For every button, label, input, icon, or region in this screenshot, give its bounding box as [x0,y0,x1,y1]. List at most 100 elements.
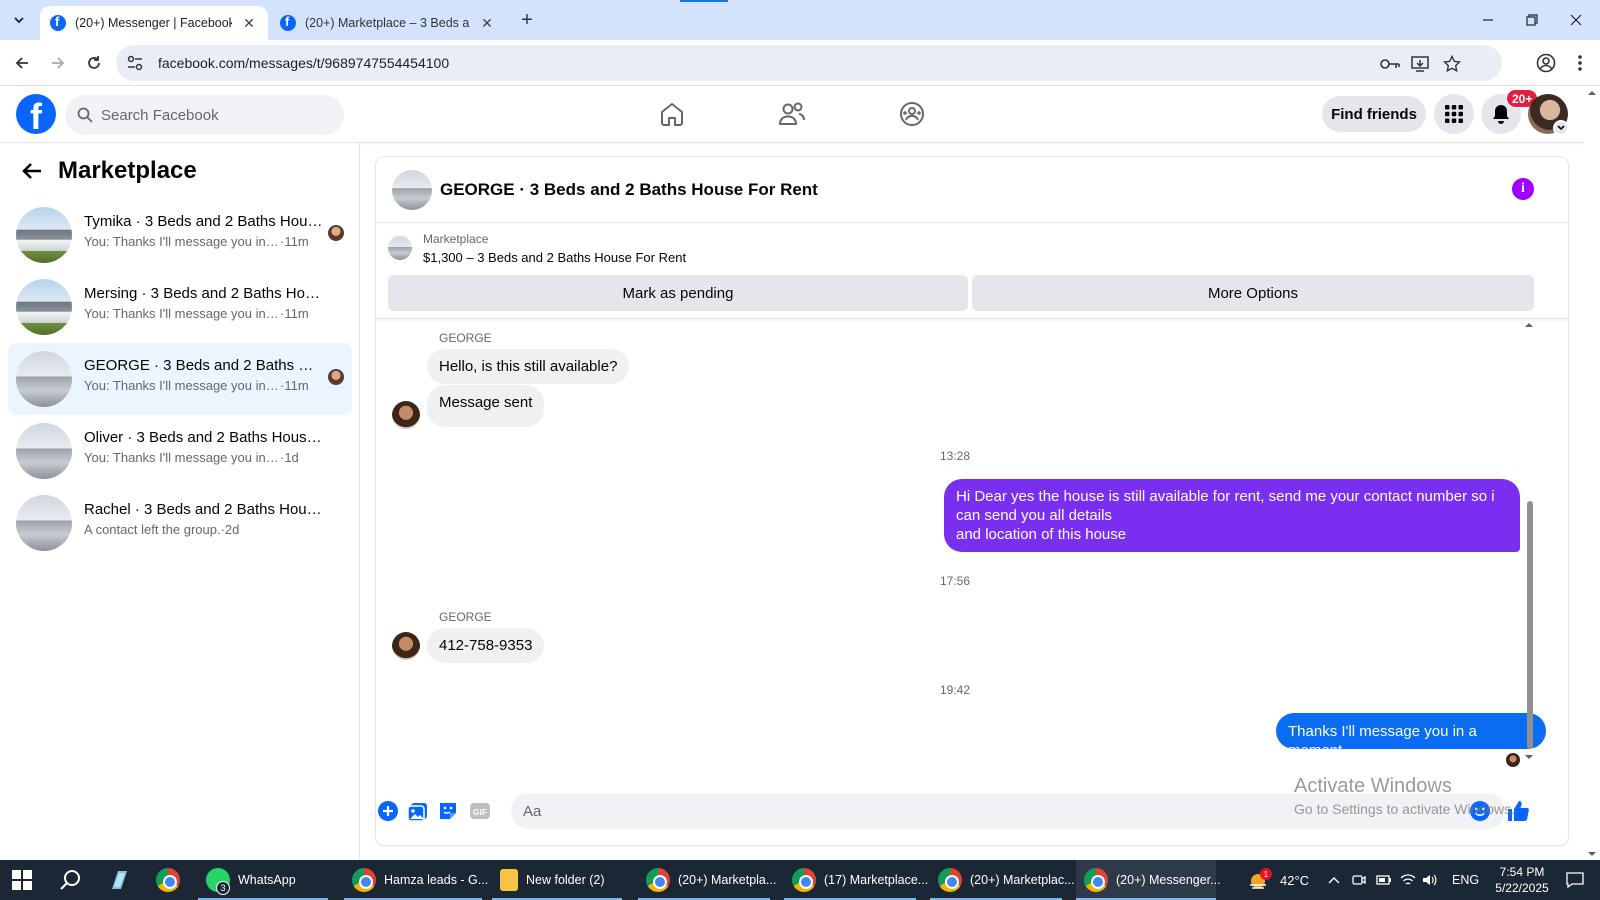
forward-button[interactable] [46,51,70,75]
sender-name: GEORGE [439,331,492,345]
taskbar-app-pinned[interactable] [108,860,130,900]
incoming-message[interactable]: Message sent [427,385,545,427]
app-label: WhatsApp [238,873,296,887]
close-tab-icon[interactable]: ✕ [240,14,258,32]
weather-widget[interactable]: 1 42°C [1246,860,1309,900]
chat-title[interactable]: GEORGE · 3 Beds and 2 Baths House For Re… [440,180,818,200]
site-settings-icon[interactable] [126,54,144,77]
battery-icon[interactable] [1376,860,1392,900]
windows-logo-icon [12,870,32,890]
search-box[interactable] [65,95,344,135]
message-line: and location of this house [956,526,1127,543]
menu-button[interactable] [1434,94,1474,134]
sticker-button[interactable] [436,799,460,823]
browser-menu-button[interactable] [1568,51,1592,75]
taskbar-app-whatsapp[interactable]: 3 WhatsApp [198,860,338,900]
tab-search-button[interactable] [6,8,32,32]
account-caret-icon[interactable] [1553,120,1569,136]
listing-thumbnail [16,495,72,551]
chrome-icon [1084,868,1108,892]
tab-title: (20+) Marketplace – 3 Beds and 2 Baths H… [305,16,470,30]
conversation-list-pane: Marketplace Tymika · 3 Beds and 2 Baths … [0,143,360,860]
sender-avatar[interactable] [392,632,420,660]
nav-groups[interactable] [892,96,932,132]
profile-button[interactable] [1534,51,1558,75]
taskbar-app-chrome-2[interactable]: (17) Marketplace... [784,860,928,900]
conversation-item[interactable]: GEORGE · 3 Beds and 2 Baths House For Re… [8,343,352,415]
minimize-button[interactable] [1474,8,1502,32]
conversation-item[interactable]: Oliver · 3 Beds and 2 Baths House For Re… [8,415,352,487]
url-text: facebook.com/messages/t/9689747554454100 [158,55,450,71]
page-scrollbar[interactable] [1584,86,1600,860]
friends-icon [778,102,805,125]
conversation-name: Rachel · 3 Beds and 2 Baths House For Re… [84,501,324,518]
nav-home[interactable] [652,96,692,132]
close-tab-icon[interactable]: ✕ [478,14,496,32]
taskbar-search-button[interactable] [60,860,82,900]
sticker-icon [440,803,456,819]
conversation-item[interactable]: Rachel · 3 Beds and 2 Baths House For Re… [8,487,352,559]
gif-button[interactable]: GIF [468,799,492,823]
tab-messenger[interactable]: (20+) Messenger | Facebook ✕ [40,6,268,40]
whatsapp-badge: 3 [216,881,230,895]
password-key-icon[interactable] [1380,54,1400,74]
conversation-preview: You: Thanks I'll message you in a moment… [84,378,309,393]
info-icon[interactable]: i [1512,178,1534,200]
conversation-item[interactable]: Tymika · 3 Beds and 2 Baths House For Re… [8,199,352,271]
back-button[interactable] [10,51,34,75]
install-app-icon[interactable] [1410,54,1430,74]
search-input[interactable] [101,106,321,124]
sender-avatar[interactable] [392,401,420,429]
tab-loading-indicator [680,0,728,2]
mark-as-pending-button[interactable]: Mark as pending [388,275,968,311]
attach-photo-button[interactable] [406,799,430,823]
find-friends-button[interactable]: Find friends [1322,96,1426,132]
app-label: (20+) Marketplac... [970,873,1075,887]
tab-marketplace[interactable]: (20+) Marketplace – 3 Beds and 2 Baths H… [270,6,506,40]
scrollbar-thumb[interactable] [1527,501,1533,749]
browser-tab-bar: (20+) Messenger | Facebook ✕ (20+) Marke… [0,0,1600,40]
back-arrow-button[interactable] [20,159,44,183]
listing-title[interactable]: $1,300 – 3 Beds and 2 Baths House For Re… [423,250,686,265]
taskbar-app-chrome-active[interactable]: (20+) Messenger... [1076,860,1221,900]
restore-button[interactable] [1518,8,1546,32]
language-indicator[interactable]: ENG [1452,860,1479,900]
incoming-message[interactable]: 412-758-9353 [427,628,545,663]
bookmark-star-icon[interactable] [1442,54,1462,74]
gif-icon: GIF [470,803,490,819]
incoming-message[interactable]: Hello, is this still available? [427,349,630,384]
taskbar-app-chrome-3[interactable]: (20+) Marketplac... [930,860,1075,900]
taskbar-chrome[interactable] [156,860,180,900]
volume-icon[interactable] [1422,860,1438,900]
facebook-logo[interactable]: f [16,94,56,137]
meet-now-icon[interactable] [1352,860,1366,900]
close-window-button[interactable] [1562,8,1590,32]
taskbar-app-hamza-leads[interactable]: Hamza leads - G... [344,860,488,900]
conversation-item[interactable]: Mersing · 3 Beds and 2 Baths House For R… [8,271,352,343]
notification-center-button[interactable] [1566,860,1584,900]
outgoing-message[interactable]: Hi Dear yes the house is still available… [944,479,1520,552]
outgoing-message[interactable]: Thanks I'll message you in a moment [1276,713,1546,759]
clock-date: 5/22/2025 [1495,881,1549,895]
app-label: New folder (2) [526,873,605,887]
start-button[interactable] [12,860,32,900]
wifi-icon[interactable] [1400,860,1416,900]
timestamp: 17:56 [940,574,971,588]
nav-friends[interactable] [772,96,812,132]
address-bar[interactable]: facebook.com/messages/t/9689747554454100 [116,45,1502,81]
taskbar-app-chrome-1[interactable]: (20+) Marketpla... [638,860,778,900]
show-hidden-icons-button[interactable] [1328,860,1340,900]
more-options-button[interactable]: More Options [972,275,1534,311]
search-icon [60,870,80,890]
new-tab-button[interactable]: + [516,10,538,32]
home-icon [661,103,683,126]
watermark-title: Activate Windows [1294,775,1452,797]
taskbar-app-file-explorer[interactable]: New folder (2) [492,860,632,900]
chat-listing-picture[interactable] [392,170,432,210]
more-actions-button[interactable] [376,799,400,823]
reload-button[interactable] [82,51,106,75]
clock[interactable]: 7:54 PM 5/22/2025 [1486,860,1558,900]
conversation-name: Tymika · 3 Beds and 2 Baths House For Re… [84,213,324,230]
message-line: Hi Dear yes the house is still available… [956,488,1495,524]
listing-thumbnail [16,351,72,407]
